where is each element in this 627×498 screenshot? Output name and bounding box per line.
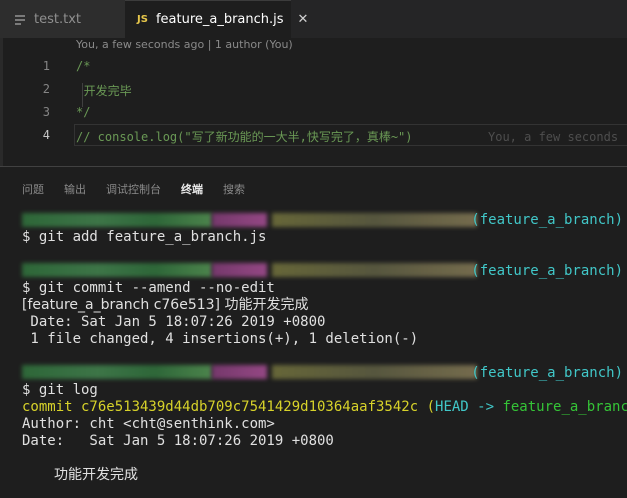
tab-problems[interactable]: 问题 bbox=[22, 181, 44, 197]
terminal-output: Date: Sat Jan 5 18:07:26 2019 +0800 bbox=[22, 314, 326, 330]
prompt-branch: (feature_a_branch) bbox=[471, 263, 623, 279]
code-line: 开发完毕 bbox=[76, 84, 132, 98]
terminal-output: [feature_a_branch c76e513] 功能开发完成 bbox=[22, 297, 309, 313]
close-icon[interactable]: ✕ bbox=[298, 12, 309, 27]
prompt-branch: (feature_a_branch) bbox=[471, 365, 623, 381]
code-line: // console.log("写了新功能的一大半,快写完了，真棒~") bbox=[76, 130, 413, 144]
indent-guide bbox=[82, 83, 83, 107]
tab-test-txt[interactable]: test.txt bbox=[0, 0, 125, 38]
git-log-message: 功能开发完成 bbox=[54, 467, 138, 483]
tab-output[interactable]: 输出 bbox=[64, 181, 86, 197]
inline-blame: You, a few seconds bbox=[488, 130, 619, 144]
editor-tab-bar: test.txt JS feature_a_branch.js ✕ bbox=[0, 0, 627, 38]
git-log-commit-line: commit c76e513439d44db709c7541429d10364a… bbox=[22, 399, 627, 416]
tab-debug-console[interactable]: 调试控制台 bbox=[106, 181, 161, 197]
editor-gutter bbox=[0, 38, 3, 166]
git-log-date: Date: Sat Jan 5 18:07:26 2019 +0800 bbox=[22, 433, 334, 449]
redacted-prompt bbox=[272, 263, 477, 277]
text-file-icon bbox=[14, 12, 26, 26]
js-file-icon: JS bbox=[137, 13, 148, 25]
branch-ref: feature_a_branch bbox=[502, 399, 627, 415]
terminal-command: $ git log bbox=[22, 382, 98, 398]
redacted-prompt bbox=[22, 263, 212, 277]
prompt-branch: (feature_a_branch) bbox=[471, 212, 623, 228]
tab-label: test.txt bbox=[34, 11, 81, 27]
terminal-command: $ git add feature_a_branch.js bbox=[22, 229, 267, 245]
terminal-output: 1 file changed, 4 insertions(+), 1 delet… bbox=[22, 331, 419, 347]
line-number: 2 bbox=[42, 82, 50, 96]
line-number: 1 bbox=[42, 59, 50, 73]
code-line: /* bbox=[76, 59, 91, 73]
redacted-prompt bbox=[272, 213, 477, 227]
redacted-prompt bbox=[22, 365, 212, 379]
tab-label: feature_a_branch.js bbox=[155, 11, 284, 27]
redacted-prompt bbox=[212, 213, 267, 227]
redacted-prompt bbox=[272, 365, 477, 379]
git-log-author: Author: cht <cht@senthink.com> bbox=[22, 416, 275, 432]
terminal-command: $ git commit --amend --no-edit bbox=[22, 280, 275, 296]
tab-terminal[interactable]: 终端 bbox=[181, 181, 203, 197]
code-line: */ bbox=[76, 105, 91, 119]
redacted-prompt bbox=[22, 213, 212, 227]
line-number: 4 bbox=[42, 128, 50, 142]
ref-paren: ( bbox=[426, 399, 436, 415]
code-editor[interactable]: You, a few seconds ago | 1 author (You) … bbox=[0, 38, 627, 166]
commit-hash: commit c76e513439d44db709c7541429d10364a… bbox=[22, 399, 427, 415]
head-ref: HEAD -> bbox=[435, 399, 503, 415]
redacted-prompt bbox=[212, 263, 267, 277]
line-number: 3 bbox=[42, 105, 50, 119]
tab-feature-a-branch-js[interactable]: JS feature_a_branch.js ✕ bbox=[125, 0, 308, 38]
redacted-prompt bbox=[212, 365, 267, 379]
codelens-author[interactable]: You, a few seconds ago | 1 author (You) bbox=[76, 38, 293, 52]
tab-search[interactable]: 搜索 bbox=[223, 181, 245, 197]
